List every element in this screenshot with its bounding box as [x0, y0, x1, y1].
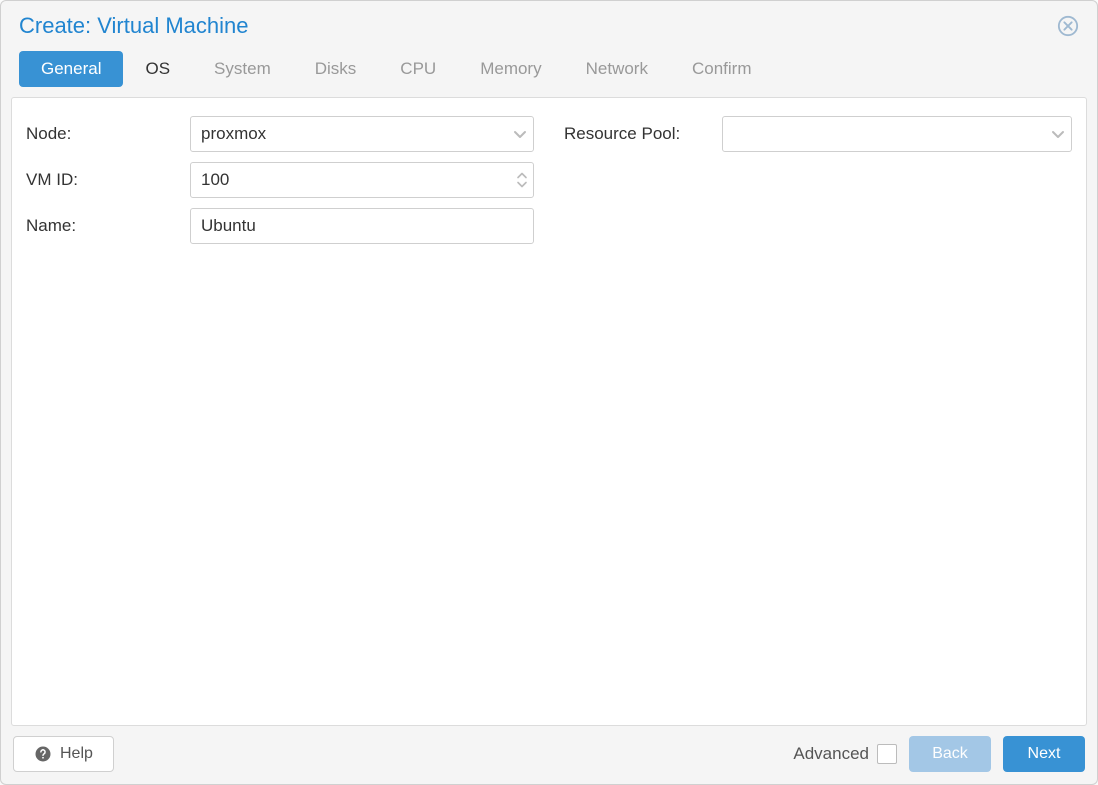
tab-memory: Memory	[458, 51, 563, 87]
dialog-footer: Help Advanced Back Next	[1, 726, 1097, 784]
node-input[interactable]	[190, 116, 534, 152]
tab-network: Network	[564, 51, 670, 87]
tab-os[interactable]: OS	[123, 51, 192, 87]
form-panel: Node: VM ID:	[11, 97, 1087, 726]
label-node: Node:	[26, 124, 182, 144]
chevron-down-icon	[516, 181, 528, 189]
row-vmid: VM ID:	[26, 162, 534, 198]
tab-disks: Disks	[293, 51, 379, 87]
advanced-label: Advanced	[793, 744, 869, 764]
help-icon	[34, 745, 52, 763]
tab-system: System	[192, 51, 293, 87]
form-column-right: Resource Pool:	[564, 116, 1072, 707]
form-column-left: Node: VM ID:	[26, 116, 534, 707]
vmid-spinner[interactable]	[190, 162, 534, 198]
dialog-title: Create: Virtual Machine	[19, 13, 249, 39]
close-icon	[1057, 15, 1079, 37]
node-combo[interactable]	[190, 116, 534, 152]
vmid-input[interactable]	[190, 162, 534, 198]
back-button: Back	[909, 736, 991, 772]
tab-confirm: Confirm	[670, 51, 774, 87]
help-label: Help	[60, 745, 93, 763]
next-button[interactable]: Next	[1003, 736, 1085, 772]
row-node: Node:	[26, 116, 534, 152]
tab-general[interactable]: General	[19, 51, 123, 87]
label-resource-pool: Resource Pool:	[564, 124, 714, 144]
resource-pool-combo[interactable]	[722, 116, 1072, 152]
name-input[interactable]	[190, 208, 534, 244]
resource-pool-input[interactable]	[722, 116, 1072, 152]
label-vmid: VM ID:	[26, 170, 182, 190]
row-resource-pool: Resource Pool:	[564, 116, 1072, 152]
row-name: Name:	[26, 208, 534, 244]
label-name: Name:	[26, 216, 182, 236]
close-button[interactable]	[1057, 15, 1079, 37]
advanced-checkbox[interactable]	[877, 744, 897, 764]
dialog-titlebar: Create: Virtual Machine	[1, 1, 1097, 45]
name-field	[190, 208, 534, 244]
create-vm-dialog: Create: Virtual Machine General OS Syste…	[0, 0, 1098, 785]
tab-cpu: CPU	[378, 51, 458, 87]
wizard-tabs: General OS System Disks CPU Memory Netwo…	[1, 45, 1097, 87]
spinner-buttons[interactable]	[516, 172, 528, 189]
help-button[interactable]: Help	[13, 736, 114, 772]
chevron-up-icon	[516, 172, 528, 180]
